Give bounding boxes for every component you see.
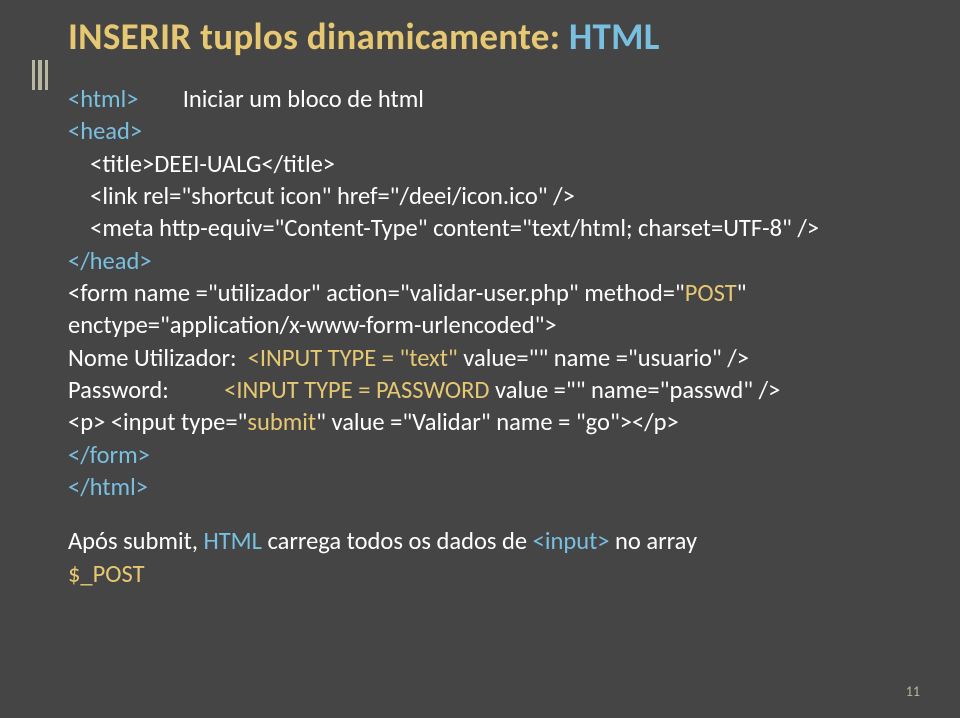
slide: INSERIR tuplos dinamicamente: HTML <html… bbox=[0, 0, 960, 718]
tag-html-open: <html> bbox=[68, 84, 138, 114]
footer-b: HTML bbox=[203, 526, 261, 556]
input-text: <INPUT TYPE = "text" bbox=[248, 343, 458, 373]
password-label: Password: bbox=[68, 375, 224, 405]
code-line-10: Password: <INPUT TYPE = PASSWORD value =… bbox=[68, 374, 912, 406]
input-password: <INPUT TYPE = PASSWORD bbox=[224, 375, 489, 405]
code-line-12: </form> bbox=[68, 439, 912, 471]
title-main: INSERIR tuplos dinamicamente: bbox=[68, 14, 569, 59]
slide-title: INSERIR tuplos dinamicamente: HTML bbox=[68, 14, 912, 59]
form-suffix: " bbox=[737, 278, 747, 308]
code-line-3: <title>DEEI-UALG</title> bbox=[68, 148, 912, 180]
form-prefix: <form name ="utilizador" action="validar… bbox=[68, 278, 685, 308]
code-line-11: <p> <input type="submit" value ="Validar… bbox=[68, 406, 912, 438]
footer-e: no array bbox=[609, 526, 697, 556]
code-line-5: <meta http-equiv="Content-Type" content=… bbox=[68, 212, 912, 244]
code-line-1: <html> Iniciar um bloco de html bbox=[68, 83, 912, 115]
password-rest: value ="" name="passwd" /> bbox=[489, 375, 780, 405]
code-line-2: <head> bbox=[68, 115, 912, 147]
code-line-6: </head> bbox=[68, 245, 912, 277]
page-number: 11 bbox=[906, 683, 920, 700]
submit-prefix: <p> <input type=" bbox=[68, 407, 247, 437]
code-line-13: </html> bbox=[68, 471, 912, 503]
footer-c: carrega todos os dados de bbox=[262, 526, 533, 556]
decorative-bars bbox=[32, 60, 48, 90]
footer-line-1: Após submit, HTML carrega todos os dados… bbox=[68, 525, 912, 557]
code-line-4: <link rel="shortcut icon" href="/deei/ic… bbox=[68, 180, 912, 212]
submit-keyword: submit bbox=[247, 407, 316, 437]
code-line-8: enctype="application/x-www-form-urlencod… bbox=[68, 309, 912, 341]
footer-d: <input> bbox=[533, 526, 610, 556]
gap bbox=[68, 503, 912, 525]
submit-suffix: " value ="Validar" name = "go"></p> bbox=[316, 407, 679, 437]
nome-label: Nome Utilizador: bbox=[68, 343, 248, 373]
form-post: POST bbox=[685, 278, 737, 308]
footer-line-2: $_POST bbox=[68, 558, 912, 590]
footer-a: Após submit, bbox=[68, 526, 203, 556]
title-suffix: HTML bbox=[569, 14, 660, 59]
comment-iniciar: Iniciar um bloco de html bbox=[138, 84, 423, 114]
code-line-9: Nome Utilizador: <INPUT TYPE = "text" va… bbox=[68, 342, 912, 374]
code-line-7: <form name ="utilizador" action="validar… bbox=[68, 277, 912, 309]
nome-rest: value="" name ="usuario" /> bbox=[458, 343, 749, 373]
slide-content: <html> Iniciar um bloco de html <head> <… bbox=[68, 83, 912, 590]
